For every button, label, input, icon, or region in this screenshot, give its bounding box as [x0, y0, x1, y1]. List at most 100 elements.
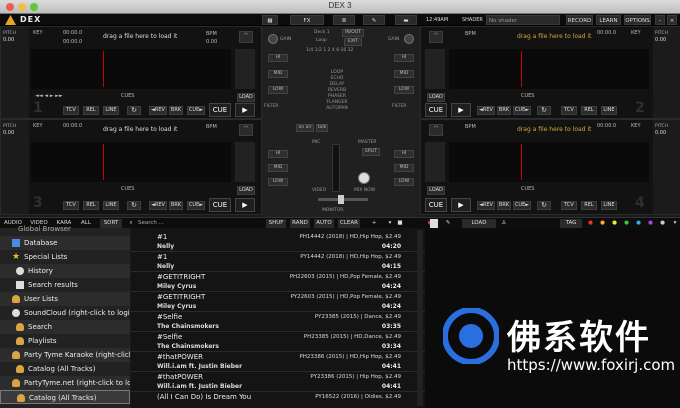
chevron-down-icon-right[interactable]: ▾ [672, 219, 678, 228]
headphones-icon[interactable]: ◠ [429, 124, 443, 136]
table-row[interactable]: #GETITRIGHT Miley Cyrus PY22603 (2015) | H… [131, 292, 425, 312]
hi-button-lower-right[interactable]: HI [394, 150, 414, 158]
low-button-lower[interactable]: LOW [268, 178, 288, 186]
record-button[interactable]: RECORD [566, 15, 593, 25]
inout-button[interactable]: IN/OUT [342, 29, 364, 37]
tree-special-lists[interactable]: ★ Special Lists [0, 250, 130, 264]
deck-select[interactable]: Deck 1 [314, 30, 330, 35]
on-air-button[interactable]: on air [296, 124, 314, 132]
table-row[interactable]: #1 Nelly PH14442 (2018) | HD,Hip Hop, $2.4… [131, 232, 425, 252]
tag-purple[interactable]: ● [648, 219, 653, 228]
shader-select[interactable]: No shader [486, 15, 560, 25]
rel-button[interactable]: REL [581, 201, 597, 210]
master-knob[interactable] [358, 172, 370, 184]
rel-button[interactable]: REL [581, 106, 597, 115]
table-row[interactable]: #thatPOWER Will.i.am ft. Justin Bieber PH2… [131, 352, 425, 372]
tree-search-results[interactable]: Search results [0, 278, 130, 292]
load-singer-button[interactable]: LOAD SINGER [462, 219, 496, 235]
options-button[interactable]: OPTIONS [624, 15, 651, 25]
tree-database[interactable]: Database [0, 236, 130, 250]
cue-button[interactable]: CUE [209, 103, 231, 117]
rel-button[interactable]: REL [83, 201, 99, 210]
rev-button[interactable]: ◄REV [149, 106, 167, 115]
split-button[interactable]: SPLIT [362, 148, 380, 156]
drop-hint[interactable]: drag a file here to load it [103, 126, 177, 133]
rel-button[interactable]: REL [83, 106, 99, 115]
wrench-icon[interactable]: ✎ [363, 15, 385, 25]
tcv-button[interactable]: TCV [561, 106, 577, 115]
low-button-right[interactable]: LOW [394, 86, 414, 94]
waveform[interactable] [31, 142, 231, 182]
mic-icon[interactable]: ✎ [444, 219, 452, 228]
tag-blue[interactable]: ● [636, 219, 641, 228]
load-button[interactable]: LOAD [427, 186, 445, 195]
tree-history[interactable]: History [0, 264, 130, 278]
stop-icon[interactable]: ■ [396, 219, 404, 228]
brk-button[interactable]: BRK [497, 201, 511, 210]
drop-hint[interactable]: drag a file here to load it [103, 33, 177, 40]
table-row[interactable]: #1 Nelly PY14442 (2018) | HD,Hip Hop, $2.4… [131, 252, 425, 272]
low-button[interactable]: LOW [268, 86, 288, 94]
scrollbar[interactable] [417, 230, 423, 406]
tree-search[interactable]: Search [0, 320, 130, 334]
shuf-button[interactable]: SHUF [266, 219, 286, 228]
tag-button[interactable]: TAG [560, 219, 582, 228]
bars-icon[interactable]: Ⅲ [333, 15, 355, 25]
waveform[interactable] [449, 142, 649, 182]
tree-global-browser[interactable]: Global Browser [0, 222, 130, 236]
hi-button-right[interactable]: HI [394, 54, 414, 62]
tag-yellow[interactable]: ● [612, 219, 617, 228]
cue-play-button[interactable]: CUE► [513, 106, 531, 115]
brk-button[interactable]: BRK [169, 106, 183, 115]
table-row[interactable]: #thatPOWER Will.i.am ft. Justin Bieber PY2… [131, 372, 425, 392]
rev-button[interactable]: ◄REV [149, 201, 167, 210]
tcv-button[interactable]: TCV [561, 201, 577, 210]
loop-icon[interactable]: ↻ [537, 106, 551, 115]
warning-icon[interactable] [5, 15, 16, 25]
grid-icon[interactable]: ▦ [262, 15, 278, 25]
search-input[interactable]: Search ... [138, 219, 248, 228]
drop-hint[interactable]: drag a file here to load it [517, 126, 591, 133]
cue-button[interactable]: CUE [425, 103, 447, 117]
learn-button[interactable]: LEARN [596, 15, 621, 25]
tcv-button[interactable]: TCV [63, 201, 79, 210]
drop-hint[interactable]: drag a file here to load it [517, 33, 591, 40]
waveform[interactable] [31, 49, 231, 89]
hi-button[interactable]: HI [268, 54, 288, 62]
tree-party-tyme-karaoke[interactable]: Party Tyme Karaoke (right-click t [0, 348, 130, 362]
waveform[interactable] [449, 49, 649, 89]
crossfader-channel[interactable] [332, 144, 340, 192]
load-button[interactable]: LOAD [427, 93, 445, 102]
line-button[interactable]: LINE [601, 201, 617, 210]
exit-button[interactable]: EXIT [344, 38, 362, 46]
play-icon[interactable]: ▶ [451, 198, 471, 212]
transport-controls[interactable]: ◄◄ ◄ ► ►► [35, 93, 63, 99]
load-button[interactable]: LOAD [237, 186, 255, 195]
tag-gray[interactable]: ● [660, 219, 665, 228]
headphones-icon[interactable]: ◠ [429, 31, 443, 43]
mid-button-lower[interactable]: MID [268, 164, 288, 172]
clear-button[interactable]: CLEAR [338, 219, 360, 228]
add-icon[interactable]: + [370, 219, 378, 228]
table-row[interactable]: #Selfie The Chainsmokers PY23385 (2015) | … [131, 312, 425, 332]
close-icon[interactable]: × [667, 15, 677, 25]
tag-orange[interactable]: ● [600, 219, 605, 228]
loop-icon[interactable]: ↻ [127, 201, 141, 210]
rand-button[interactable]: RAND [290, 219, 310, 228]
loop-sizes[interactable]: 1/4 1/2 1 2 4 8 16 32 [306, 48, 376, 53]
tag-red[interactable]: ● [588, 219, 593, 228]
play-icon[interactable]: ▶ [235, 198, 255, 212]
load-button[interactable]: LOAD [237, 93, 255, 102]
tree-partytyme-net[interactable]: PartyTyme.net (right-click to login [0, 376, 130, 390]
line-button[interactable]: LINE [103, 201, 119, 210]
minimize-icon[interactable]: – [655, 15, 665, 25]
cue-play-button[interactable]: CUE► [513, 201, 531, 210]
tree-catalog-2[interactable]: Catalog (All Tracks) [0, 390, 130, 404]
auto-button[interactable]: AUTO [314, 219, 334, 228]
rev-button[interactable]: ◄REV [477, 106, 495, 115]
cue-button[interactable]: CUE [425, 198, 447, 212]
play-icon[interactable]: ▶ [235, 103, 255, 117]
brk-button[interactable]: BRK [497, 106, 511, 115]
chevron-down-icon[interactable]: ▾ [386, 219, 394, 228]
fx-button[interactable]: FX [290, 15, 324, 25]
